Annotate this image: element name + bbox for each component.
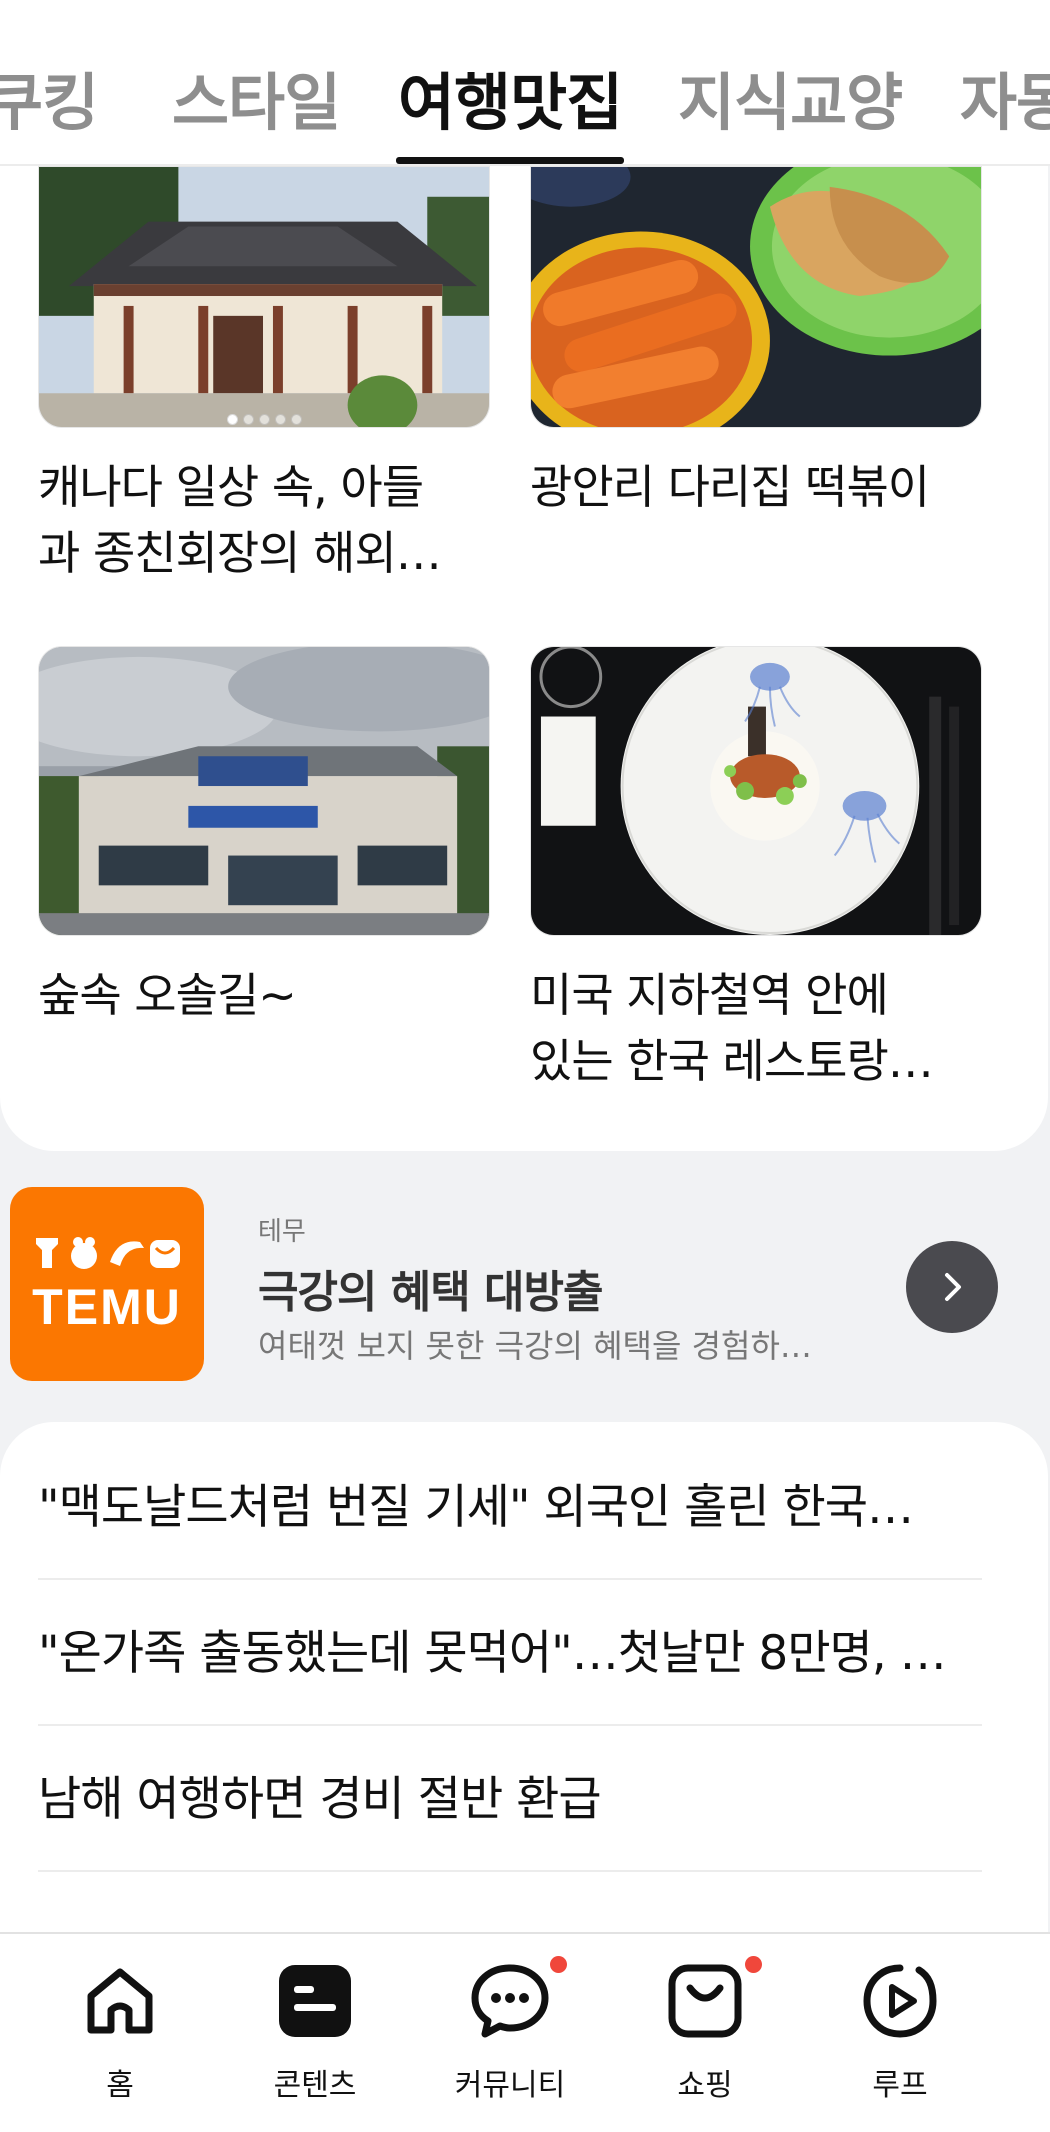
tab-style[interactable]: 스타일 (172, 52, 341, 142)
card-title: 미국 지하철역 안에 있는 한국 레스토랑… (530, 968, 934, 1088)
shopping-bag-icon (668, 1964, 742, 2038)
category-tabs: 쿠킹 스타일 여행맛집 지식교양 자동차 (0, 0, 1050, 166)
ad-description: 여태껏 보지 못한 극강의 혜택을 경험하… (258, 1327, 812, 1365)
ad-banner[interactable]: TEMU 테무 극강의 혜택 대방출 여태껏 보지 못한 극강의 혜택을 경험하… (0, 1151, 1050, 1421)
carousel-dot (226, 414, 238, 425)
nav-label: 커뮤니티 (454, 2068, 566, 2103)
news-item[interactable]: "온가족 출동했는데 못먹어"…첫날만 8만명, … (38, 1582, 982, 1726)
chevron-right-icon (945, 1273, 961, 1301)
nav-contents[interactable]: 콘텐츠 (235, 1960, 395, 2104)
chat-bubble-icon (471, 1964, 549, 2038)
tab-knowledge[interactable]: 지식교양 (678, 52, 903, 142)
card-title: 광안리 다리집 떡볶이 (530, 460, 930, 514)
news-item[interactable]: 남해 여행하면 경비 절반 환급 (38, 1728, 982, 1872)
nav-label: 쇼핑 (677, 2068, 733, 2103)
ad-brand-wordmark: TEMU (32, 1279, 182, 1335)
content-card[interactable]: 광안리 다리집 떡볶이 (530, 166, 982, 520)
active-tab-indicator (396, 157, 624, 164)
ad-sponsor: 테무 (258, 1217, 306, 1247)
content-card[interactable]: 숲속 오솔길~ (38, 646, 490, 1028)
temu-logo-shapes-icon (36, 1237, 180, 1269)
notification-badge (745, 1956, 762, 1973)
content-card[interactable]: 캐나다 일상 속, 아들 과 종친회장의 해외… (38, 166, 490, 586)
carousel-dot (242, 414, 254, 425)
card-thumbnail-hanok (38, 166, 490, 428)
ad-title: 극강의 혜택 대방출 (258, 1267, 603, 1318)
contents-icon (279, 1965, 351, 2037)
ad-open-button[interactable] (906, 1241, 998, 1333)
carousel-dots (39, 414, 489, 425)
nav-community[interactable]: 커뮤니티 (430, 1956, 590, 2104)
content-card[interactable]: 미국 지하철역 안에 있는 한국 레스토랑… (530, 646, 982, 1094)
card-thumbnail-tteokbokki (530, 166, 982, 428)
home-icon (87, 1968, 153, 2034)
nav-shopping[interactable]: 쇼핑 (625, 1956, 785, 2104)
tab-car[interactable]: 자동차 (960, 52, 1050, 142)
news-item[interactable]: "맥도날드처럼 번질 기세" 외국인 홀린 한국… (38, 1436, 982, 1580)
card-thumbnail-fine-dining (530, 646, 982, 936)
temu-logo: TEMU (10, 1187, 204, 1381)
play-loop-icon (863, 1964, 937, 2038)
nav-label: 루프 (872, 2068, 928, 2103)
carousel-dot (290, 414, 302, 425)
notification-badge (550, 1956, 567, 1973)
card-title: 캐나다 일상 속, 아들 과 종친회장의 해외… (38, 460, 442, 580)
tab-cooking[interactable]: 쿠킹 (0, 52, 99, 142)
nav-home[interactable]: 홈 (40, 1960, 200, 2104)
bottom-navigation: 홈 콘텐츠 커뮤니티 쇼핑 루프 (0, 1932, 1050, 2132)
card-title: 숲속 오솔길~ (38, 968, 297, 1022)
news-list: "맥도날드처럼 번질 기세" 외국인 홀린 한국… "온가족 출동했는데 못먹어… (0, 1422, 1048, 1942)
nav-label: 홈 (106, 2068, 134, 2103)
card-thumbnail-station (38, 646, 490, 936)
carousel-dot (258, 414, 270, 425)
tab-travel-food[interactable]: 여행맛집 (398, 52, 623, 142)
carousel-dot (274, 414, 286, 425)
nav-loop[interactable]: 루프 (820, 1960, 980, 2104)
content-card-grid: 캐나다 일상 속, 아들 과 종친회장의 해외… 광안리 다리집 떡볶이 숲속 … (0, 166, 1048, 1151)
nav-label: 콘텐츠 (273, 2068, 357, 2103)
